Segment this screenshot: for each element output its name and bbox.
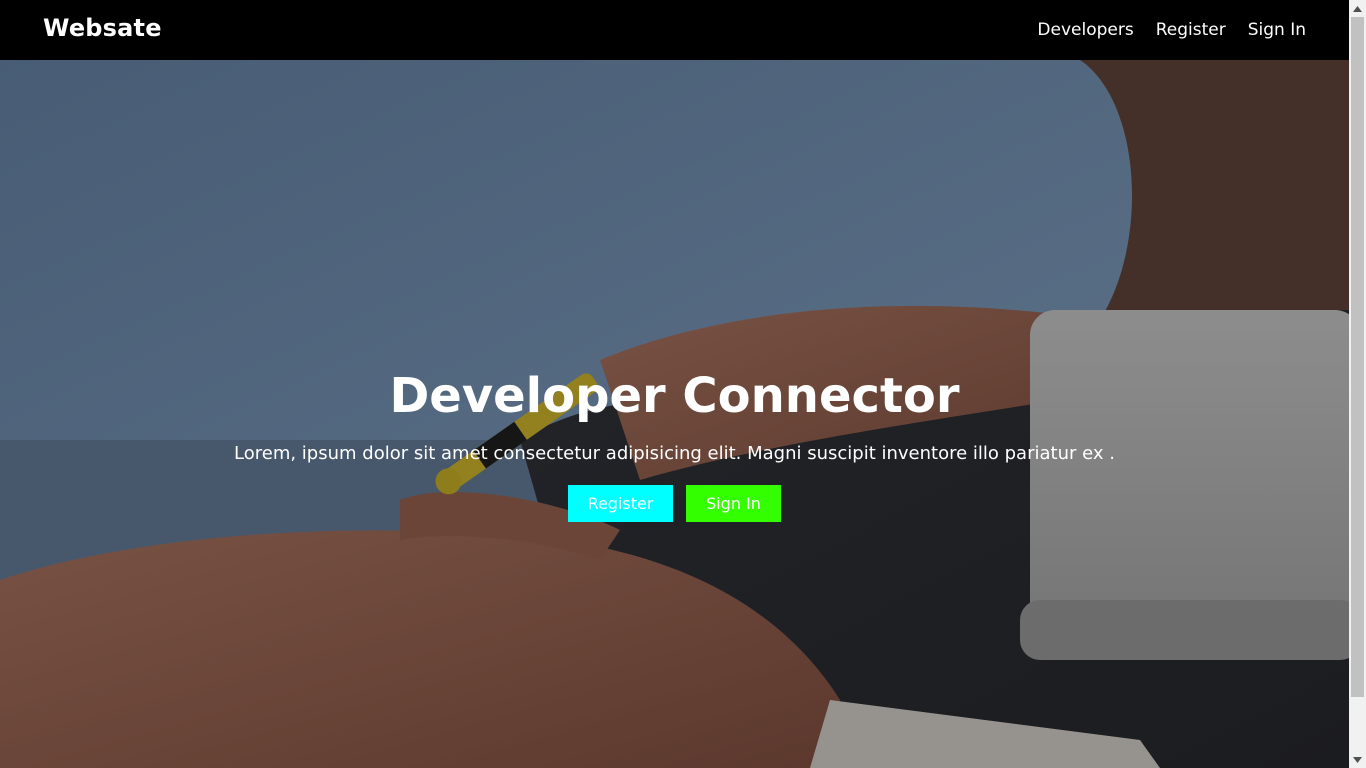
nav-link-developers[interactable]: Developers: [1037, 20, 1133, 40]
scrollbar-thumb[interactable]: [1351, 17, 1364, 697]
hero-buttons: Register Sign In: [0, 485, 1349, 522]
nav-link-register[interactable]: Register: [1156, 20, 1226, 40]
register-button[interactable]: Register: [568, 485, 673, 522]
hero-subtitle: Lorem, ipsum dolor sit amet consectetur …: [234, 443, 1115, 464]
hero-content: Developer Connector Lorem, ipsum dolor s…: [0, 60, 1349, 768]
page: Websate Developers Register Sign In Deve…: [0, 0, 1366, 768]
arrow-down-icon[interactable]: [1349, 751, 1366, 768]
brand-logo[interactable]: Websate: [43, 14, 162, 42]
sign-in-button[interactable]: Sign In: [686, 485, 781, 522]
nav-link-sign-in[interactable]: Sign In: [1248, 20, 1306, 40]
hero-title: Developer Connector: [389, 368, 960, 424]
arrow-up-icon[interactable]: [1349, 0, 1366, 17]
vertical-scrollbar[interactable]: [1349, 0, 1366, 768]
nav-links: Developers Register Sign In: [1037, 20, 1306, 40]
navbar: Websate Developers Register Sign In: [0, 0, 1349, 60]
